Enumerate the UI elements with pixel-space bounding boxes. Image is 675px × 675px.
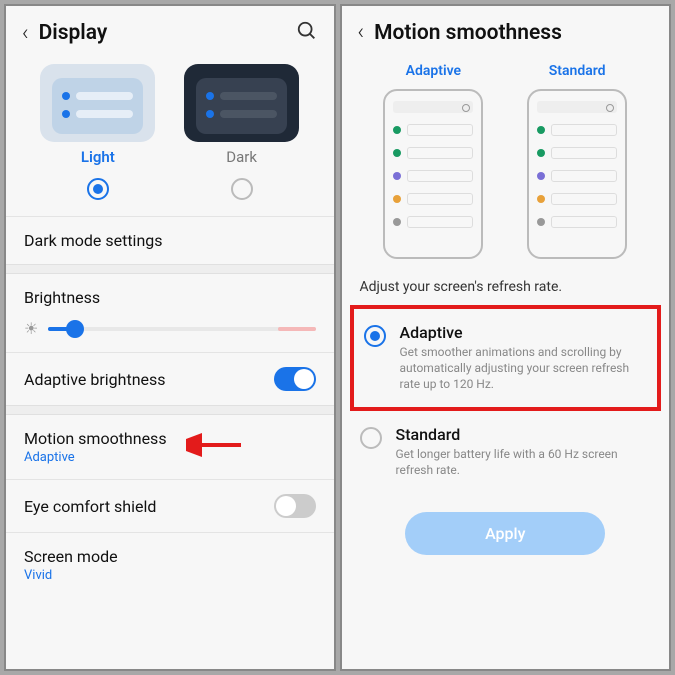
option-adaptive-desc: Get smoother animations and scrolling by… [400,344,648,393]
theme-light-option[interactable]: Light [40,64,155,166]
theme-dark-radio[interactable] [231,178,253,200]
option-standard-title: Standard [396,425,652,444]
adaptive-brightness-label: Adaptive brightness [24,370,166,389]
motion-smoothness-item[interactable]: Motion smoothness Adaptive [6,415,334,479]
theme-radio-row [6,170,334,216]
back-icon[interactable]: ‹ [22,21,29,46]
phone-illustration-standard [527,89,627,259]
option-standard-radio[interactable] [360,427,382,449]
motion-smoothness-screen: ‹ Motion smoothness Adaptive Standard [340,4,672,671]
motion-smoothness-label: Motion smoothness [24,429,167,448]
option-adaptive-title: Adaptive [400,323,648,342]
annotation-arrow-icon [186,432,246,462]
brightness-label: Brightness [24,288,100,307]
display-settings-screen: ‹ Display Light Dark [4,4,336,671]
illus-standard-label: Standard [527,63,627,79]
slider-thumb[interactable] [66,320,84,338]
page-title: Display [39,21,296,45]
theme-dark-option[interactable]: Dark [184,64,299,166]
theme-dark-label: Dark [184,148,299,166]
screen-mode-item[interactable]: Screen mode Vivid [6,533,334,597]
header: ‹ Motion smoothness [342,6,670,53]
theme-light-radio[interactable] [87,178,109,200]
option-standard-desc: Get longer battery life with a 60 Hz scr… [396,446,652,478]
screen-mode-value: Vivid [24,568,118,583]
screen-mode-label: Screen mode [24,547,118,566]
option-adaptive-radio[interactable] [364,325,386,347]
sun-icon: ☀ [24,319,38,338]
header: ‹ Display [6,6,334,54]
apply-button[interactable]: Apply [405,512,605,555]
subtitle-text: Adjust your screen's refresh rate. [342,265,670,305]
dark-mode-settings-label: Dark mode settings [24,231,163,250]
brightness-slider[interactable]: ☀ [6,311,334,352]
eye-comfort-item[interactable]: Eye comfort shield [6,480,334,532]
page-title: Motion smoothness [374,21,653,45]
adaptive-brightness-toggle[interactable] [274,367,316,391]
eye-comfort-label: Eye comfort shield [24,497,156,516]
adaptive-brightness-item[interactable]: Adaptive brightness [6,353,334,405]
refresh-rate-illustration: Adaptive Standard [342,53,670,265]
theme-dark-preview [184,64,299,142]
illus-adaptive-label: Adaptive [383,63,483,79]
theme-light-preview [40,64,155,142]
back-icon[interactable]: ‹ [358,20,365,45]
theme-light-label: Light [40,148,155,166]
search-icon[interactable] [296,20,318,46]
slider-track[interactable] [48,327,315,331]
motion-smoothness-value: Adaptive [24,450,167,465]
phone-illustration-adaptive [383,89,483,259]
theme-selector: Light Dark [6,54,334,170]
eye-comfort-toggle[interactable] [274,494,316,518]
brightness-section: Brightness [6,274,334,311]
option-adaptive[interactable]: Adaptive Get smoother animations and scr… [350,305,662,411]
option-standard[interactable]: Standard Get longer battery life with a … [342,411,670,492]
dark-mode-settings-item[interactable]: Dark mode settings [6,217,334,264]
